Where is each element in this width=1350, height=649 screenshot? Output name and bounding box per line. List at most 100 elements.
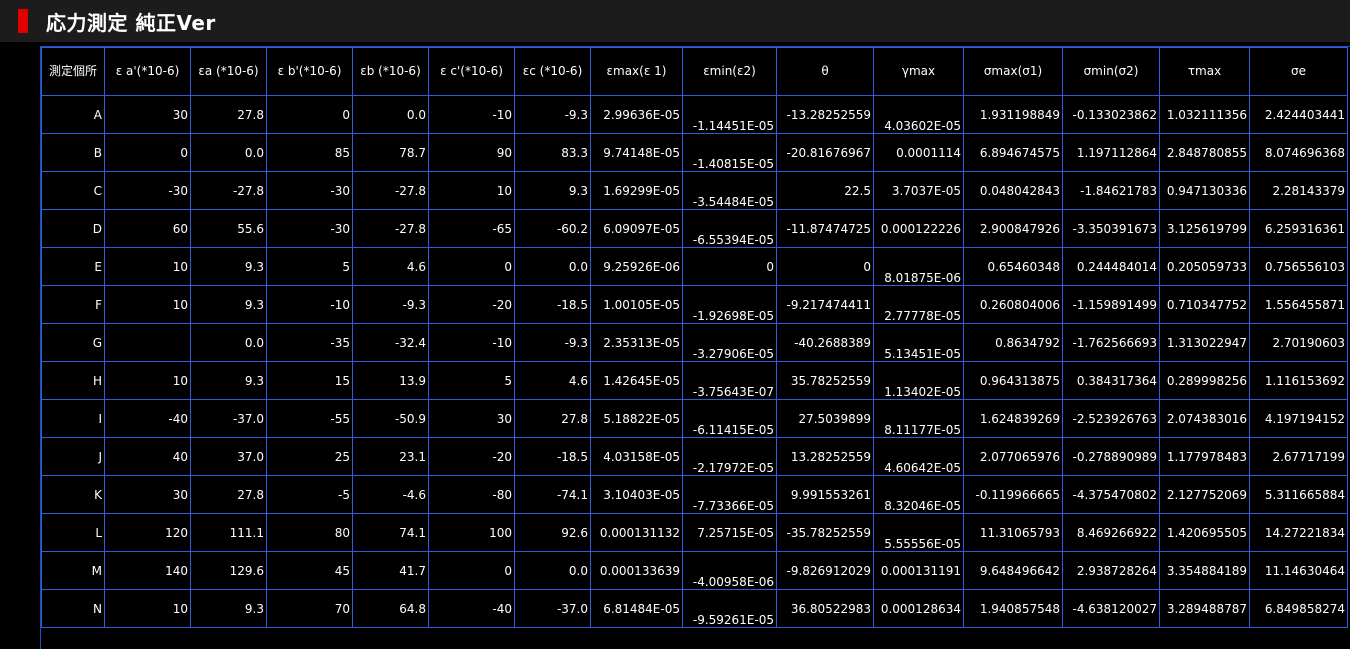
- cell-gamma-max: 0.0001114: [873, 133, 964, 172]
- cell-tau-max: 1.032111356: [1159, 95, 1250, 134]
- cell-ec-prime: -40: [428, 589, 515, 628]
- cell-eb-prime: 80: [266, 513, 353, 552]
- cell-ec: -60.2: [514, 209, 591, 248]
- table-row: M 140 129.6 45 41.7 0 0.0 0.000133639 -4.00958E-…: [41, 551, 1348, 590]
- cell-tau-max: 1.177978483: [1159, 437, 1250, 476]
- cell-eb: -4.6: [352, 475, 429, 514]
- cell-sigma-e: 0.756556103: [1249, 247, 1348, 286]
- col-header-ec-prime: ε c'(*10-6): [428, 47, 515, 96]
- cell-ea: -37.0: [190, 399, 267, 438]
- cell-ea: 55.6: [190, 209, 267, 248]
- cell-theta: 22.5: [776, 171, 874, 210]
- cell-ec-prime: 0: [428, 551, 515, 590]
- cell-theta: 9.991553261: [776, 475, 874, 514]
- cell-sigma-min: -3.350391673: [1062, 209, 1160, 248]
- cell-ec-prime: 5: [428, 361, 515, 400]
- cell-ea-prime: [104, 323, 191, 362]
- cell-eb: 64.8: [352, 589, 429, 628]
- cell-emax: 6.81484E-05: [590, 589, 683, 628]
- table-row: N 10 9.3 70 64.8 -40 -37.0 6.81484E-05 -9.59261E…: [41, 589, 1348, 628]
- cell-emin: -4.00958E-06: [682, 551, 777, 590]
- cell-tau-max: 1.420695505: [1159, 513, 1250, 552]
- table-row: D 60 55.6 -30 -27.8 -65 -60.2 6.09097E-05 -6.553…: [41, 209, 1348, 248]
- cell-sigma-e: 2.28143379: [1249, 171, 1348, 210]
- cell-ec: 92.6: [514, 513, 591, 552]
- cell-sigma-min: 0.244484014: [1062, 247, 1160, 286]
- cell-ec: 83.3: [514, 133, 591, 172]
- cell-gamma-max: 4.60642E-05: [873, 437, 964, 476]
- table-row: A 30 27.8 0 0.0 -10 -9.3 2.99636E-05 -1.14451E-0…: [41, 95, 1348, 134]
- results-table-container: 測定個所 ε a'(*10-6) εa (*10-6) ε b'(*10-6) …: [40, 46, 1350, 649]
- cell-ec: -9.3: [514, 95, 591, 134]
- cell-tau-max: 3.289488787: [1159, 589, 1250, 628]
- cell-gamma-max: 2.77778E-05: [873, 285, 964, 324]
- col-header-ea-prime: ε a'(*10-6): [104, 47, 191, 96]
- cell-ea-prime: -40: [104, 399, 191, 438]
- cell-sigma-max: -0.119966665: [963, 475, 1063, 514]
- cell-sigma-min: -4.375470802: [1062, 475, 1160, 514]
- cell-emax: 1.69299E-05: [590, 171, 683, 210]
- col-header-sigma-min: σmin(σ2): [1062, 47, 1160, 96]
- cell-location: E: [41, 247, 105, 286]
- header-row: 測定個所 ε a'(*10-6) εa (*10-6) ε b'(*10-6) …: [41, 47, 1348, 96]
- cell-location: I: [41, 399, 105, 438]
- cell-location: K: [41, 475, 105, 514]
- cell-ec: -18.5: [514, 437, 591, 476]
- cell-gamma-max: 0.000122226: [873, 209, 964, 248]
- table-row: E 10 9.3 5 4.6 0 0.0 9.25926E-06 0 0 8.01875E-06 0.…: [41, 247, 1348, 286]
- cell-ea: 0.0: [190, 133, 267, 172]
- cell-sigma-e: 14.27221834: [1249, 513, 1348, 552]
- cell-ec-prime: 100: [428, 513, 515, 552]
- cell-emin: -3.54484E-05: [682, 171, 777, 210]
- cell-gamma-max: 3.7037E-05: [873, 171, 964, 210]
- cell-ec-prime: 90: [428, 133, 515, 172]
- cell-emin: 0: [682, 247, 777, 286]
- cell-ea-prime: 140: [104, 551, 191, 590]
- cell-ec-prime: 0: [428, 247, 515, 286]
- cell-ec-prime: -20: [428, 285, 515, 324]
- cell-eb-prime: -10: [266, 285, 353, 324]
- cell-ea: 111.1: [190, 513, 267, 552]
- cell-sigma-max: 1.940857548: [963, 589, 1063, 628]
- cell-theta: -40.2688389: [776, 323, 874, 362]
- cell-emin: -6.55394E-05: [682, 209, 777, 248]
- cell-sigma-max: 11.31065793: [963, 513, 1063, 552]
- cell-gamma-max: 0.000128634: [873, 589, 964, 628]
- cell-emax: 1.42645E-05: [590, 361, 683, 400]
- cell-location: B: [41, 133, 105, 172]
- cell-theta: -11.87474725: [776, 209, 874, 248]
- cell-emax: 6.09097E-05: [590, 209, 683, 248]
- cell-tau-max: 3.354884189: [1159, 551, 1250, 590]
- cell-sigma-e: 2.424403441: [1249, 95, 1348, 134]
- cell-tau-max: 0.289998256: [1159, 361, 1250, 400]
- table-row: I -40 -37.0 -55 -50.9 30 27.8 5.18822E-05 -6.114…: [41, 399, 1348, 438]
- cell-ec: 4.6: [514, 361, 591, 400]
- cell-gamma-max: 8.01875E-06: [873, 247, 964, 286]
- cell-emax: 4.03158E-05: [590, 437, 683, 476]
- cell-sigma-min: -1.159891499: [1062, 285, 1160, 324]
- cell-emax: 3.10403E-05: [590, 475, 683, 514]
- cell-location: N: [41, 589, 105, 628]
- cell-gamma-max: 5.55556E-05: [873, 513, 964, 552]
- stress-results-table: 測定個所 ε a'(*10-6) εa (*10-6) ε b'(*10-6) …: [41, 47, 1348, 628]
- cell-emin: -6.11415E-05: [682, 399, 777, 438]
- cell-sigma-max: 1.624839269: [963, 399, 1063, 438]
- cell-tau-max: 2.848780855: [1159, 133, 1250, 172]
- cell-ea-prime: 40: [104, 437, 191, 476]
- cell-location: F: [41, 285, 105, 324]
- cell-theta: -20.81676967: [776, 133, 874, 172]
- cell-ea: 27.8: [190, 475, 267, 514]
- cell-theta: 0: [776, 247, 874, 286]
- cell-theta: 13.28252559: [776, 437, 874, 476]
- table-row: C -30 -27.8 -30 -27.8 10 9.3 1.69299E-05 -3.5448…: [41, 171, 1348, 210]
- cell-ea: 37.0: [190, 437, 267, 476]
- cell-sigma-min: -1.84621783: [1062, 171, 1160, 210]
- page-title: 応力測定 純正Ver: [46, 11, 216, 35]
- cell-location: C: [41, 171, 105, 210]
- col-header-ea: εa (*10-6): [190, 47, 267, 96]
- cell-ec: -74.1: [514, 475, 591, 514]
- cell-eb: 78.7: [352, 133, 429, 172]
- cell-gamma-max: 5.13451E-05: [873, 323, 964, 362]
- cell-eb-prime: 70: [266, 589, 353, 628]
- cell-sigma-max: 0.260804006: [963, 285, 1063, 324]
